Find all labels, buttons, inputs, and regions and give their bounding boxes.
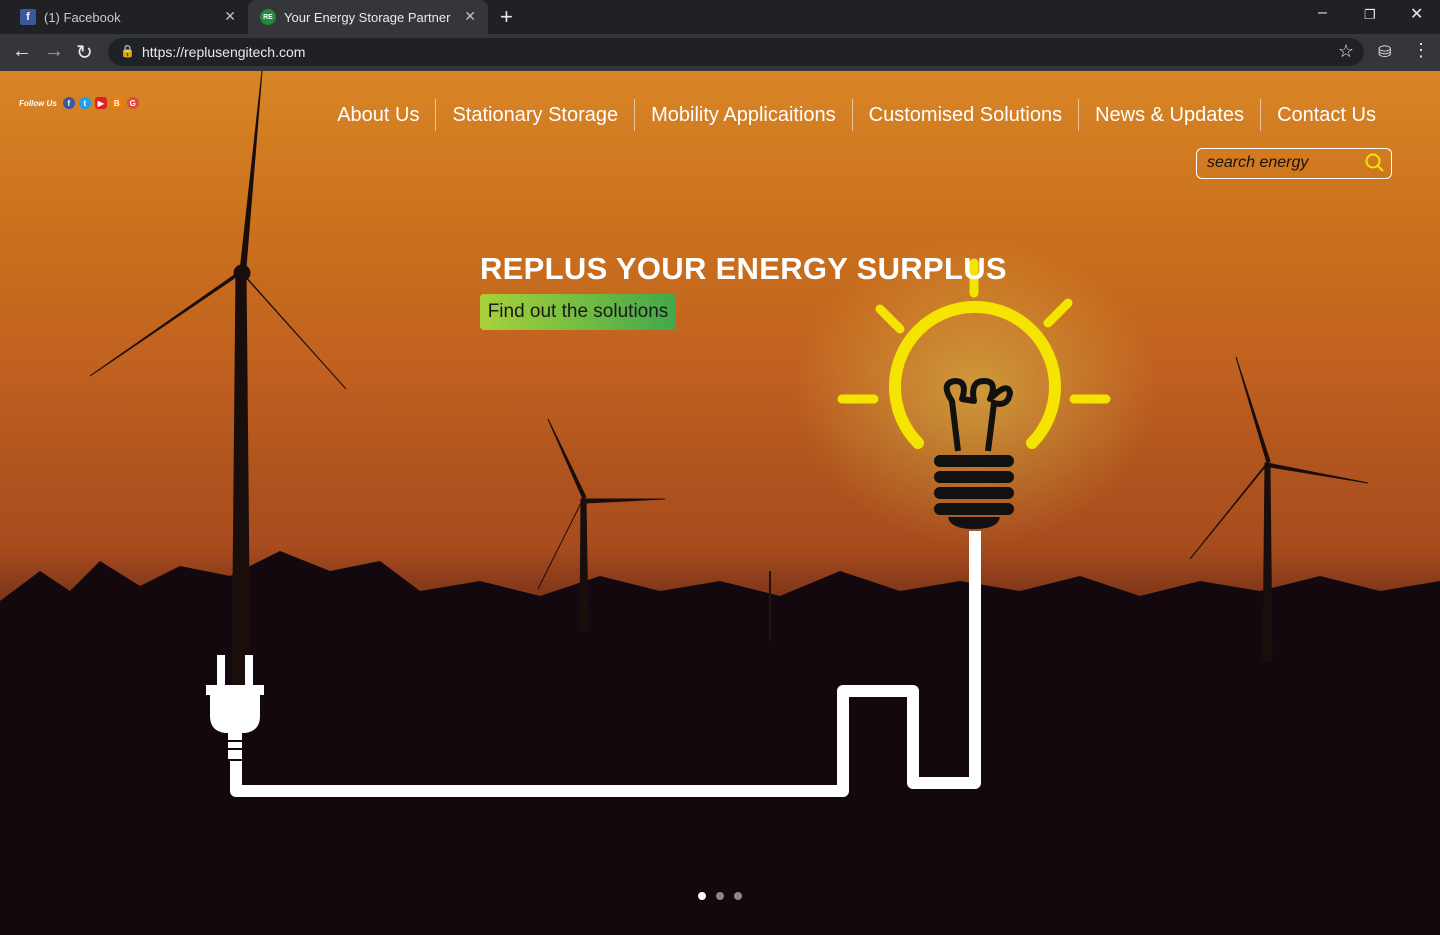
- back-icon[interactable]: ←: [12, 40, 32, 63]
- lock-icon: 🔒: [120, 44, 135, 58]
- hero-banner: Follow Us f t ▶ B G About Us Stationary …: [0, 71, 1440, 935]
- nav-mobility-applications[interactable]: Mobility Applicaitions: [634, 99, 852, 131]
- nav-stationary-storage[interactable]: Stationary Storage: [435, 99, 634, 131]
- facebook-icon: f: [20, 9, 36, 25]
- extension-icon[interactable]: ⛁: [1378, 42, 1391, 62]
- tab-label: (1) Facebook: [44, 9, 121, 25]
- window-close-icon[interactable]: ✕: [1410, 4, 1423, 24]
- restore-icon[interactable]: ❐: [1364, 7, 1376, 23]
- carousel-indicators: [698, 892, 742, 900]
- hero-headline: REPLUS YOUR ENERGY SURPLUS: [480, 251, 1007, 286]
- tab-label: Your Energy Storage Partner: [284, 9, 451, 25]
- browser-tab-strip: f (1) Facebook ✕ RE Your Energy Storage …: [0, 0, 1440, 34]
- carousel-dot-3[interactable]: [734, 892, 742, 900]
- menu-icon[interactable]: ⋮: [1412, 40, 1430, 61]
- follow-us-label: Follow Us: [19, 98, 57, 108]
- search-placeholder: search energy: [1207, 154, 1309, 171]
- nav-about-us[interactable]: About Us: [321, 99, 435, 131]
- new-tab-icon[interactable]: +: [500, 4, 513, 30]
- minimize-icon[interactable]: –: [1318, 4, 1327, 22]
- youtube-icon[interactable]: ▶: [94, 97, 107, 109]
- facebook-icon[interactable]: f: [62, 97, 75, 109]
- site-icon: RE: [260, 9, 276, 25]
- close-tab-icon[interactable]: ✕: [464, 8, 476, 25]
- tab-replus[interactable]: RE Your Energy Storage Partner ✕: [248, 0, 488, 34]
- url-text: https://replusengitech.com: [142, 44, 306, 60]
- nav-customised-solutions[interactable]: Customised Solutions: [851, 99, 1078, 131]
- tab-facebook[interactable]: f (1) Facebook ✕: [8, 0, 248, 34]
- forward-icon[interactable]: →: [44, 40, 64, 63]
- carousel-dot-2[interactable]: [716, 892, 724, 900]
- hero-artwork: [0, 71, 1440, 935]
- bookmark-star-icon[interactable]: ☆: [1338, 41, 1354, 62]
- blogger-icon[interactable]: B: [110, 97, 123, 109]
- reload-icon[interactable]: ↻: [76, 40, 93, 65]
- main-nav: About Us Stationary Storage Mobility App…: [321, 99, 1392, 131]
- nav-news-updates[interactable]: News & Updates: [1078, 99, 1260, 131]
- google-plus-icon[interactable]: G: [126, 97, 139, 109]
- search-icon[interactable]: [1363, 151, 1385, 173]
- nav-contact-us[interactable]: Contact Us: [1260, 99, 1392, 131]
- find-solutions-button[interactable]: Find out the solutions: [480, 294, 676, 330]
- twitter-icon[interactable]: t: [78, 97, 91, 109]
- carousel-dot-1[interactable]: [698, 892, 706, 900]
- address-bar[interactable]: 🔒 https://replusengitech.com ☆: [108, 38, 1364, 66]
- close-tab-icon[interactable]: ✕: [224, 8, 236, 25]
- follow-us-bar: Follow Us f t ▶ B G: [19, 97, 139, 109]
- search-input[interactable]: search energy: [1196, 148, 1392, 179]
